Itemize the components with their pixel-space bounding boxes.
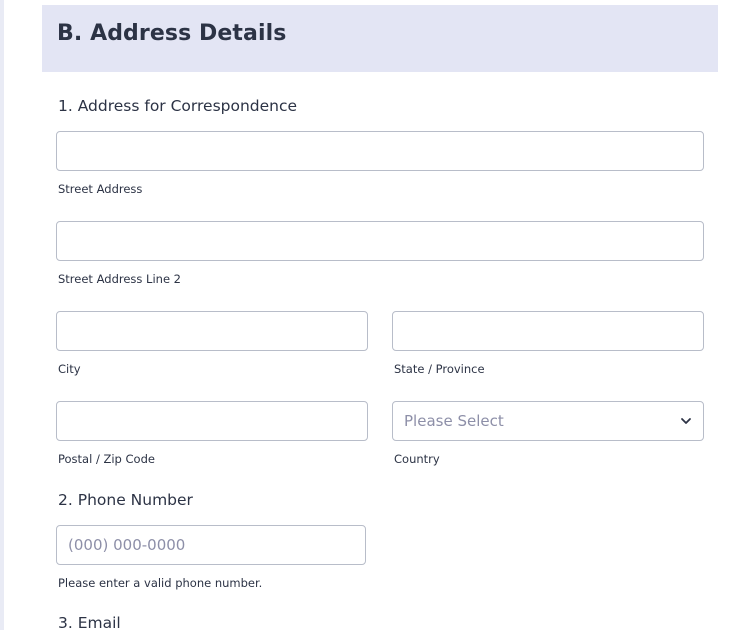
email-question-label: 3. Email — [58, 614, 121, 630]
section-title: B. Address Details — [57, 21, 287, 46]
street-address-line2-sublabel: Street Address Line 2 — [58, 272, 181, 286]
phone-number-placeholder: (000) 000-0000 — [68, 536, 186, 554]
chevron-down-icon — [681, 418, 691, 424]
street-address-sublabel: Street Address — [58, 182, 143, 196]
page-left-border — [0, 0, 4, 630]
postal-code-input[interactable] — [56, 401, 368, 441]
state-province-input[interactable] — [392, 311, 704, 351]
address-question-label: 1. Address for Correspondence — [58, 97, 298, 115]
country-select[interactable]: Please Select — [392, 401, 704, 441]
section-header: B. Address Details — [42, 5, 718, 72]
street-address-line2-input[interactable] — [56, 221, 704, 261]
phone-question-label: 2. Phone Number — [58, 491, 193, 509]
phone-number-input[interactable]: (000) 000-0000 — [56, 525, 366, 565]
form-page: B. Address Details 1. Address for Corres… — [0, 0, 756, 630]
country-select-value: Please Select — [404, 412, 504, 430]
city-input[interactable] — [56, 311, 368, 351]
postal-code-sublabel: Postal / Zip Code — [58, 452, 155, 466]
phone-number-sublabel: Please enter a valid phone number. — [58, 576, 263, 590]
state-province-sublabel: State / Province — [394, 362, 485, 376]
street-address-input[interactable] — [56, 131, 704, 171]
country-sublabel: Country — [394, 452, 440, 466]
city-sublabel: City — [58, 362, 81, 376]
